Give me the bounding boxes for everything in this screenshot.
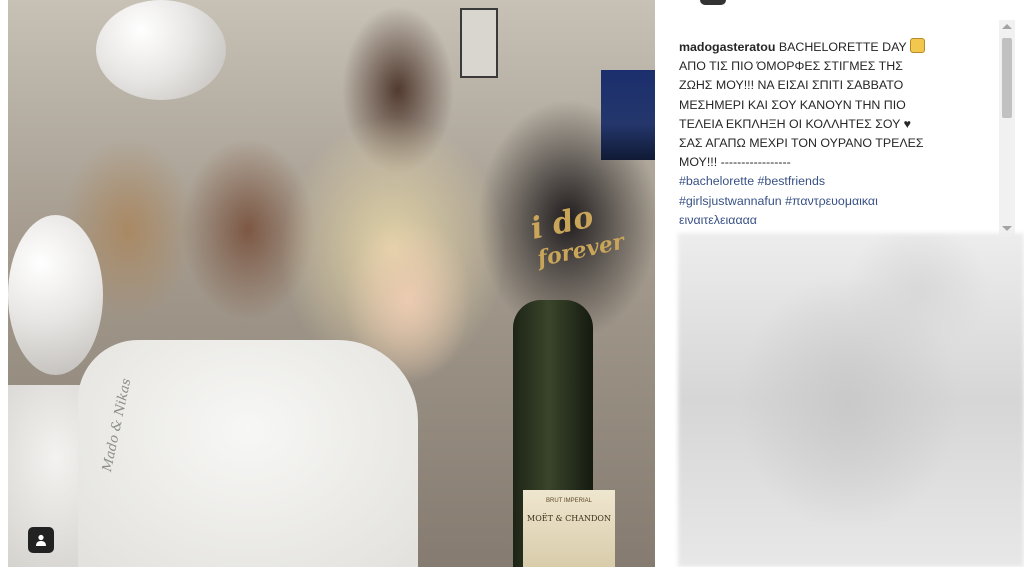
caption-text: BACHELORETTE DAY — [778, 40, 907, 54]
caption-line: ΣΑΣ ΑΓΑΠΩ ΜΕΧΡΙ ΤΟΝ ΟΥΡΑΝΟ ΤΡΕΛΕΣ — [679, 136, 924, 151]
scroll-down-icon[interactable] — [1002, 226, 1012, 231]
caption-line: ΜΕΣΗΜΕΡΙ ΚΑΙ ΣΟΥ ΚΑΝΟΥΝ ΤΗΝ ΠΙΟ — [679, 97, 906, 112]
bottle-label: BRUT IMPERIAL MOËT & CHANDON — [523, 490, 615, 567]
post-caption: madogasteratou BACHELORETTE DAY ΑΠΟ ΤΙΣ … — [679, 38, 977, 230]
white-shirt: Mado & Nikas — [78, 340, 418, 567]
caption-line: ΤΕΛΕΙΑ ΕΚΠΛΗΞΗ ΟΙ ΚΟΛΛΗΤΕΣ ΣΟΥ ♥ — [679, 116, 911, 131]
hashtag-line[interactable]: ειναιτελειαααα — [679, 211, 977, 230]
avatar[interactable] — [700, 0, 726, 5]
person-tag-glyph — [36, 534, 46, 546]
scroll-up-icon[interactable] — [1002, 24, 1012, 29]
wall-picture-frame — [460, 8, 498, 78]
caption-line-1: madogasteratou BACHELORETTE DAY — [679, 38, 977, 57]
balloon — [8, 215, 103, 375]
caption-line: ΖΩΗΣ ΜΟΥ!!! ΝΑ ΕΙΣΑΙ ΣΠΙΤΙ ΣΑΒΒΑΤΟ — [679, 78, 904, 93]
scroll-thumb[interactable] — [1002, 38, 1012, 118]
hashtag-line[interactable]: #bachelorette #bestfriends — [679, 172, 977, 191]
caption-scrollbar[interactable] — [999, 20, 1015, 235]
caption-line: ΑΠΟ ΤΙΣ ΠΙΟ ΌΜΟΡΦΕΣ ΣΤΙΓΜΕΣ ΤΗΣ — [679, 59, 903, 74]
caption-line: ΜΟΥ!!! ----------------- — [679, 155, 791, 170]
person-tag-icon[interactable] — [28, 527, 54, 553]
hashtag-line[interactable]: #girlsjustwannafun #παντρευομαικαι — [679, 192, 977, 211]
bottle-brand: MOËT & CHANDON — [527, 514, 611, 523]
bottle-sublabel: BRUT IMPERIAL — [546, 498, 592, 504]
post-photo[interactable]: Mado & Nikas i do forever BRUT IMPERIAL … — [8, 0, 655, 567]
username-link[interactable]: madogasteratou — [679, 40, 775, 54]
window — [601, 70, 655, 160]
balloon — [96, 0, 226, 100]
wedding-emoji-icon — [909, 38, 925, 53]
blurred-comments-area — [678, 233, 1024, 567]
shirt-text: Mado & Nikas — [100, 377, 135, 474]
